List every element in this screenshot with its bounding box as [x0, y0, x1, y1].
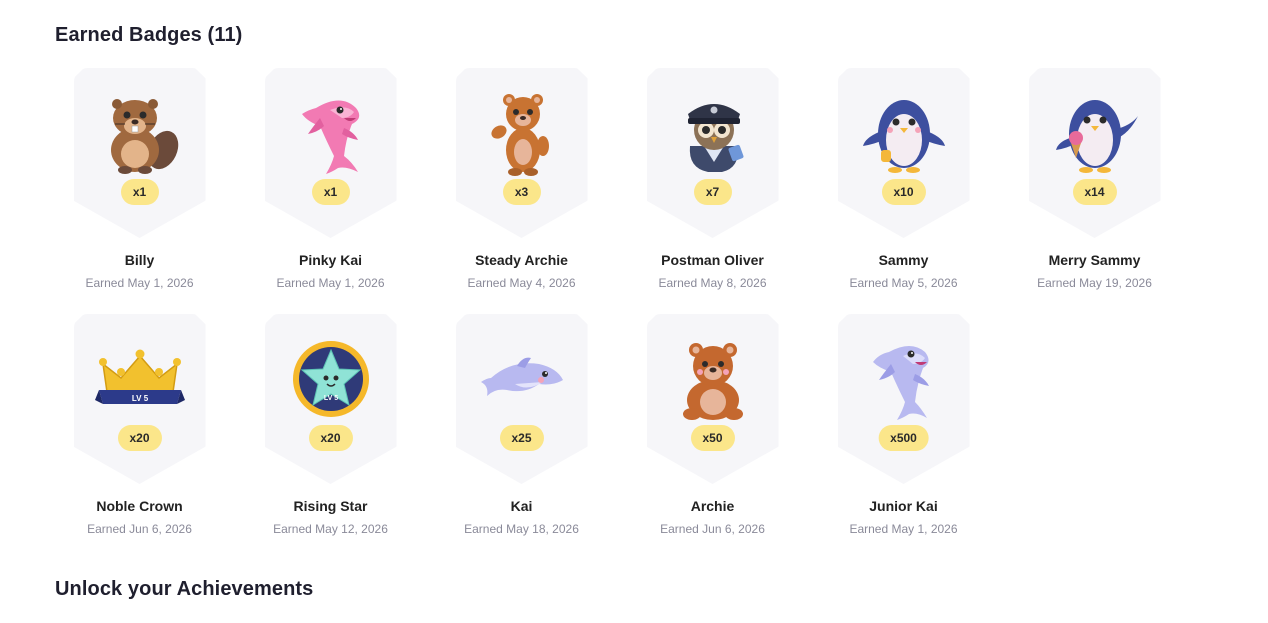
beaver-icon — [95, 88, 185, 178]
badge-date: Earned May 1, 2026 — [276, 276, 385, 290]
badge-date: Earned May 4, 2026 — [467, 276, 576, 290]
badge-date: Earned May 1, 2026 — [849, 522, 958, 536]
badge-count: x20 — [308, 425, 353, 451]
badge-card[interactable]: LV 5 x20 Noble Crown Earned Jun 6, 2026 — [63, 314, 216, 536]
jumping-dolphin-icon — [859, 334, 949, 424]
badge-date: Earned May 18, 2026 — [464, 522, 579, 536]
badge-card[interactable]: x3 Steady Archie Earned May 4, 2026 — [445, 68, 598, 290]
dolphin-icon — [477, 334, 567, 424]
badge-date: Earned May 1, 2026 — [85, 276, 194, 290]
badge-card[interactable]: x7 Postman Oliver Earned May 8, 2026 — [636, 68, 789, 290]
badge-count: x1 — [120, 179, 159, 205]
badge-shield: x25 — [455, 314, 588, 484]
badge-count: x500 — [878, 425, 929, 451]
badge-date: Earned May 12, 2026 — [273, 522, 388, 536]
badge-name: Pinky Kai — [298, 252, 363, 268]
badge-date: Earned Jun 6, 2026 — [87, 522, 192, 536]
badge-shield: x7 — [646, 68, 779, 238]
badge-count: x50 — [690, 425, 735, 451]
badge-name: Junior Kai — [869, 498, 938, 514]
earned-badges-title: Earned Badges (11) — [55, 24, 243, 46]
badge-shield: x1 — [264, 68, 397, 238]
badge-card[interactable]: x1 Billy Earned May 1, 2026 — [63, 68, 216, 290]
badge-date: Earned May 8, 2026 — [658, 276, 767, 290]
waving-bear-icon — [477, 88, 567, 178]
badge-shield: x3 — [455, 68, 588, 238]
badge-shield: x50 — [646, 314, 779, 484]
badge-name: Billy — [124, 252, 155, 268]
badge-card[interactable]: x10 Sammy Earned May 5, 2026 — [827, 68, 980, 290]
badge-name: Archie — [690, 498, 735, 514]
badge-count: x10 — [881, 179, 926, 205]
badge-count: x14 — [1072, 179, 1117, 205]
badge-name: Rising Star — [293, 498, 368, 514]
unlock-achievements-title: Unlock your Achievements — [55, 578, 314, 600]
badge-count: x1 — [311, 179, 350, 205]
badge-grid: x1 Billy Earned May 1, 2026 x1 Pinky Kai… — [63, 68, 1213, 536]
badge-count: x20 — [117, 425, 162, 451]
badge-card[interactable]: x25 Kai Earned May 18, 2026 — [445, 314, 598, 536]
badge-name: Sammy — [878, 252, 929, 268]
badge-count: x7 — [693, 179, 732, 205]
badge-count: x25 — [499, 425, 544, 451]
badge-shield: x14 — [1028, 68, 1161, 238]
crown-level-text: LV 5 — [131, 394, 148, 403]
badge-card[interactable]: LV 5 x20 Rising Star Earned May 12, 2026 — [254, 314, 407, 536]
ice-cream-penguin-icon — [1050, 88, 1140, 178]
star-medal-icon: LV 5 — [286, 334, 376, 424]
pink-dolphin-icon — [286, 88, 376, 178]
star-level-text: LV 5 — [323, 395, 337, 402]
badge-name: Postman Oliver — [661, 252, 764, 268]
badge-name: Kai — [510, 498, 533, 514]
postman-owl-icon — [668, 88, 758, 178]
penguin-icon — [859, 88, 949, 178]
badge-card[interactable]: x500 Junior Kai Earned May 1, 2026 — [827, 314, 980, 536]
badge-shield: x10 — [837, 68, 970, 238]
badge-card[interactable]: x1 Pinky Kai Earned May 1, 2026 — [254, 68, 407, 290]
badge-name: Noble Crown — [96, 498, 183, 514]
badge-shield: LV 5 x20 — [264, 314, 397, 484]
badge-date: Earned May 5, 2026 — [849, 276, 958, 290]
badge-count: x3 — [502, 179, 541, 205]
badge-card[interactable]: x14 Merry Sammy Earned May 19, 2026 — [1018, 68, 1171, 290]
bear-icon — [668, 334, 758, 424]
badge-card[interactable]: x50 Archie Earned Jun 6, 2026 — [636, 314, 789, 536]
badge-shield: x500 — [837, 314, 970, 484]
badge-name: Steady Archie — [475, 252, 568, 268]
badge-date: Earned Jun 6, 2026 — [660, 522, 765, 536]
badge-shield: x1 — [73, 68, 206, 238]
badge-name: Merry Sammy — [1048, 252, 1141, 268]
badge-shield: LV 5 x20 — [73, 314, 206, 484]
crown-icon: LV 5 — [94, 334, 185, 424]
badge-date: Earned May 19, 2026 — [1037, 276, 1152, 290]
